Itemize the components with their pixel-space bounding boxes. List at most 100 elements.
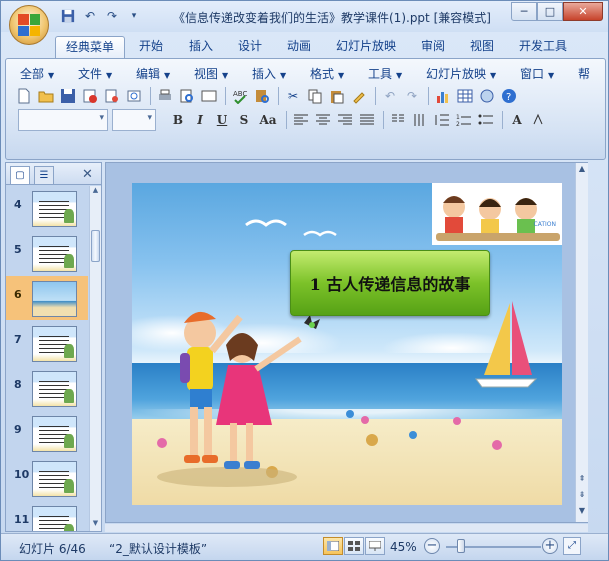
slide-number: 10 [14, 468, 30, 481]
zoom-in-button[interactable]: + [542, 538, 558, 554]
slide-icon[interactable] [199, 86, 219, 106]
thumbnail-scrollbar[interactable]: ▲ ▼ [89, 186, 101, 531]
open-icon[interactable] [36, 86, 56, 106]
research-icon[interactable] [124, 86, 144, 106]
tab-slideshow[interactable]: 幻灯片放映 [336, 36, 396, 58]
slide-thumbnail[interactable]: 8 [6, 366, 88, 410]
slide-number: 8 [14, 378, 22, 391]
scroll-up-icon[interactable]: ▲ [90, 186, 101, 198]
slide-thumbnail[interactable]: 4 [6, 186, 88, 230]
align-center-icon[interactable] [313, 110, 333, 130]
scroll-thumb[interactable] [91, 230, 100, 262]
slide-sorter-view-button[interactable] [344, 537, 364, 555]
menu-file[interactable]: 文件 ▼ [78, 65, 112, 82]
slide-canvas[interactable]: CATION 1 古人传递信息的故事 [132, 183, 562, 505]
menu-insert[interactable]: 插入 ▼ [252, 65, 286, 82]
font-size-up-icon[interactable] [529, 110, 549, 130]
menu-window[interactable]: 窗口 ▼ [520, 65, 554, 82]
columns-icon[interactable] [388, 110, 408, 130]
tab-home[interactable]: 开始 [139, 36, 163, 58]
panel-close-icon[interactable]: ✕ [82, 167, 93, 182]
menu-all[interactable]: 全部 ▼ [20, 65, 54, 82]
print-icon[interactable] [155, 86, 175, 106]
scroll-up-icon[interactable]: ▲ [576, 163, 588, 175]
tab-view[interactable]: 视图 [470, 36, 494, 58]
permission-icon[interactable] [80, 86, 100, 106]
zoom-level: 45% [390, 540, 417, 554]
spelling-icon[interactable]: ABC [230, 86, 250, 106]
justify-icon[interactable] [357, 110, 377, 130]
undo-icon[interactable]: ↶ [380, 86, 400, 106]
scroll-down-icon[interactable]: ▼ [90, 519, 101, 531]
change-case-button[interactable]: Aa [256, 110, 280, 130]
zoom-slider-thumb[interactable] [457, 539, 465, 553]
tab-animations[interactable]: 动画 [287, 36, 311, 58]
undo-icon[interactable]: ↶ [81, 8, 99, 25]
slide-thumbnail-image [32, 461, 77, 497]
paste-icon[interactable] [327, 86, 347, 106]
email-icon[interactable] [102, 86, 122, 106]
menu-help[interactable]: 帮 [578, 65, 590, 82]
italic-button[interactable]: I [190, 110, 210, 130]
slideshow-view-button[interactable] [365, 537, 385, 555]
tab-developer[interactable]: 开发工具 [519, 36, 567, 58]
menu-tools[interactable]: 工具 ▼ [368, 65, 402, 82]
cut-icon[interactable]: ✂ [283, 86, 303, 106]
shadow-button[interactable]: S [234, 110, 254, 130]
font-color-button[interactable]: A [507, 110, 527, 130]
zoom-out-button[interactable]: − [424, 538, 440, 554]
slide-title-box[interactable]: 1 古人传递信息的故事 [290, 250, 490, 316]
menu-edit[interactable]: 编辑 ▼ [136, 65, 170, 82]
horizontal-scrollbar[interactable] [105, 524, 588, 532]
text-direction-icon[interactable] [410, 110, 430, 130]
redo-icon[interactable]: ↷ [103, 8, 121, 25]
close-button[interactable]: ✕ [563, 2, 603, 21]
align-right-icon[interactable] [335, 110, 355, 130]
save-icon[interactable] [58, 86, 78, 106]
normal-view-button[interactable] [323, 537, 343, 555]
menu-format[interactable]: 格式 ▼ [310, 65, 344, 82]
redo-icon[interactable]: ↷ [402, 86, 422, 106]
slide-thumbnail[interactable]: 11 [6, 501, 88, 531]
menu-view[interactable]: 视图 ▼ [194, 65, 228, 82]
previous-slide-icon[interactable]: ⇞ [576, 473, 588, 485]
line-spacing-icon[interactable] [432, 110, 452, 130]
outline-tab[interactable]: ☰ [34, 166, 54, 184]
tab-insert[interactable]: 插入 [189, 36, 213, 58]
slide-thumbnail[interactable]: 9 [6, 411, 88, 455]
slide-scrollbar[interactable]: ▲ ⇞ ⇟ ▼ [575, 163, 588, 522]
tab-design[interactable]: 设计 [238, 36, 262, 58]
underline-button[interactable]: U [212, 110, 232, 130]
font-name-combo[interactable] [18, 109, 108, 131]
table-icon[interactable] [455, 86, 475, 106]
shapes-icon[interactable] [477, 86, 497, 106]
help-icon[interactable]: ? [499, 86, 519, 106]
slide-thumbnail[interactable]: 10 [6, 456, 88, 500]
align-left-icon[interactable] [291, 110, 311, 130]
scroll-down-icon[interactable]: ▼ [576, 505, 588, 517]
research-book-icon[interactable] [252, 86, 272, 106]
slide-thumbnail[interactable]: 5 [6, 231, 88, 275]
new-icon[interactable] [14, 86, 34, 106]
slides-tab[interactable]: ▢ [10, 166, 30, 184]
next-slide-icon[interactable]: ⇟ [576, 489, 588, 501]
maximize-button[interactable]: □ [537, 2, 563, 21]
office-button[interactable] [9, 5, 49, 45]
tab-classic-menu[interactable]: 经典菜单 [55, 36, 126, 58]
chart-icon[interactable] [433, 86, 453, 106]
tab-review[interactable]: 审阅 [421, 36, 445, 58]
font-size-combo[interactable] [112, 109, 156, 131]
bullets-icon[interactable] [476, 110, 496, 130]
numbering-icon[interactable]: 12 [454, 110, 474, 130]
format-painter-icon[interactable] [349, 86, 369, 106]
slide-thumbnail-selected[interactable]: 6 [6, 276, 88, 320]
customize-icon[interactable]: ▾ [125, 8, 143, 25]
print-preview-icon[interactable] [177, 86, 197, 106]
slide-thumbnail[interactable]: 7 [6, 321, 88, 365]
menu-slideshow[interactable]: 幻灯片放映 ▼ [426, 65, 496, 82]
fit-to-window-icon[interactable]: ⤢ [563, 537, 581, 555]
save-icon[interactable] [59, 8, 77, 25]
bold-button[interactable]: B [168, 110, 188, 130]
copy-icon[interactable] [305, 86, 325, 106]
minimize-button[interactable]: ─ [511, 2, 537, 21]
